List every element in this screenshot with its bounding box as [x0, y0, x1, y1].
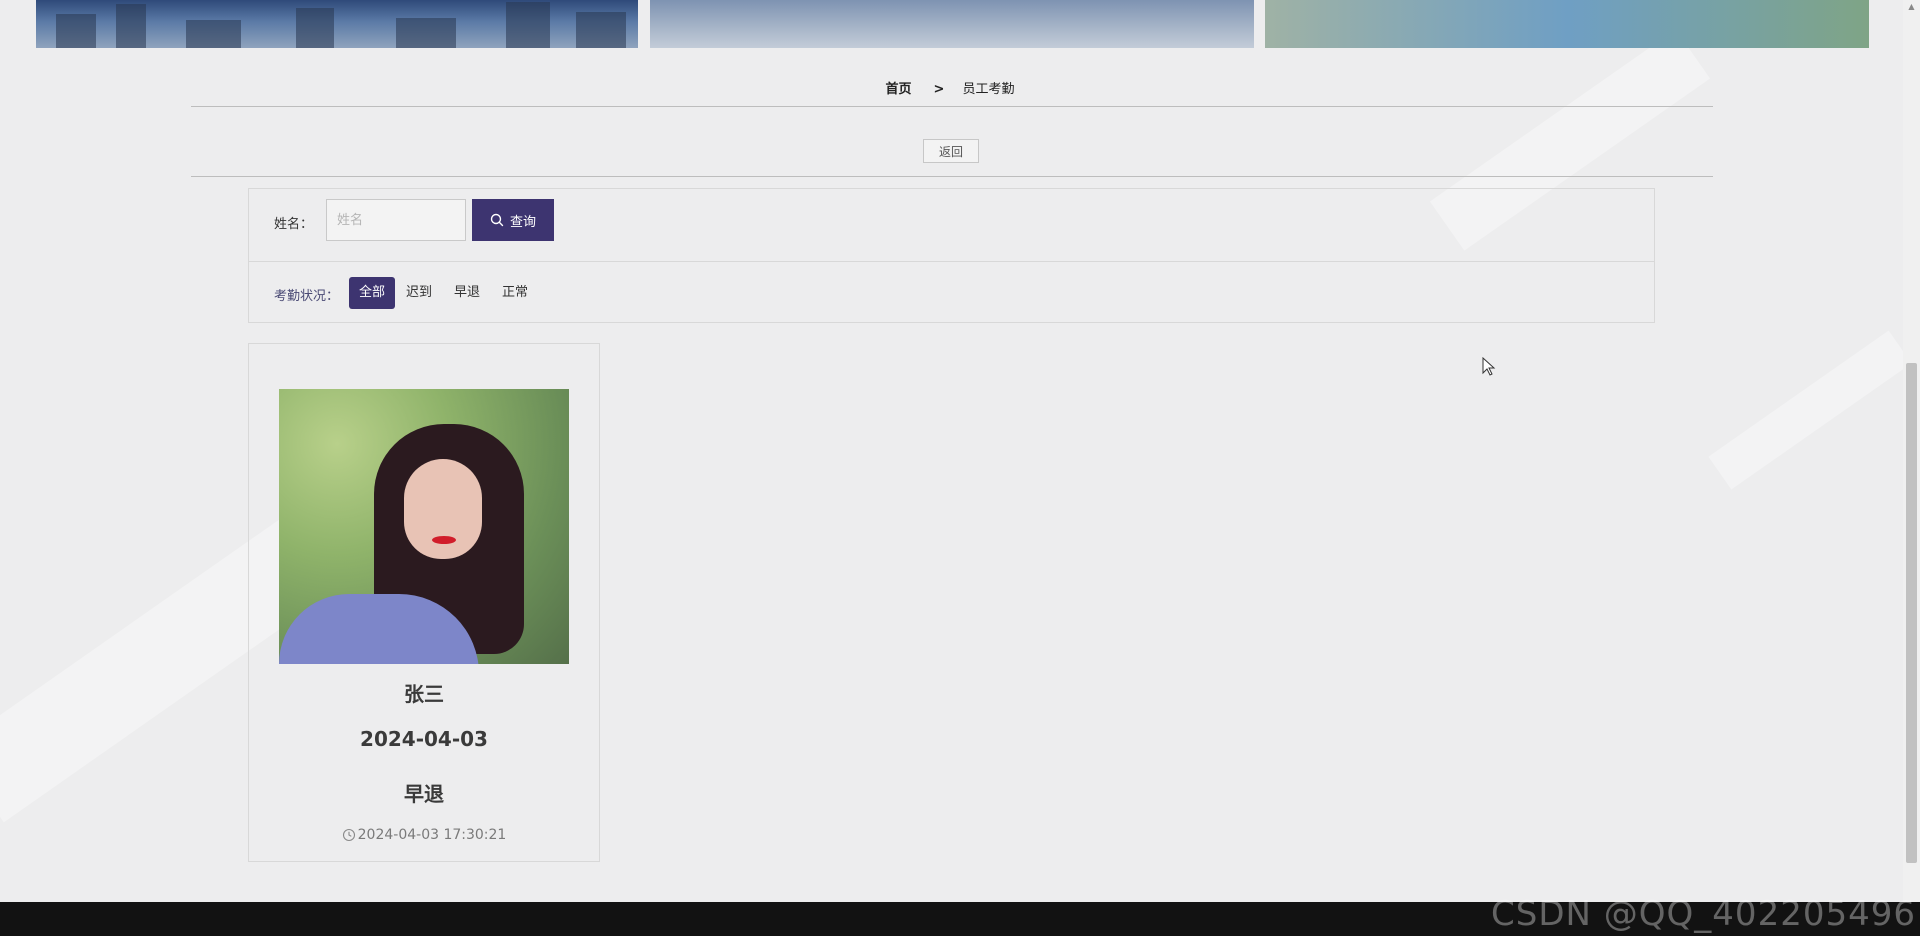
building-shape [396, 18, 456, 48]
status-filter-early-leave[interactable]: 早退 [444, 277, 490, 309]
panel-divider [249, 261, 1654, 262]
search-button-label: 查询 [509, 214, 536, 230]
name-label: 姓名： [274, 217, 314, 232]
building-shape [576, 12, 626, 48]
divider-line [191, 176, 1713, 177]
divider-line [191, 106, 1713, 107]
photo-face-shape [404, 459, 482, 559]
banner-strip [36, 0, 1869, 48]
breadcrumb: 首页 > 员工考勤 [0, 78, 1900, 97]
filter-panel: 姓名： 查询 考勤状况： 全部 迟到 早退 正常 [248, 188, 1655, 323]
attendance-date: 2024-04-03 [360, 727, 488, 751]
banner-image-coast[interactable] [1265, 0, 1869, 48]
scroll-up-arrow-icon[interactable]: ▲ [1903, 2, 1920, 11]
photo-lips-shape [432, 536, 456, 544]
watermark-text: CSDN @QQ_402205496 [1491, 894, 1916, 934]
record-timestamp: 2024-04-03 17:30:21 [249, 827, 599, 843]
status-filter-all[interactable]: 全部 [349, 277, 396, 309]
banner-image-city[interactable] [36, 0, 638, 48]
employee-photo [279, 389, 569, 664]
record-timestamp-text: 2024-04-03 17:30:21 [357, 827, 507, 843]
breadcrumb-home-link[interactable]: 首页 [886, 82, 912, 97]
background-streak [1708, 330, 1912, 490]
status-filter-late[interactable]: 迟到 [396, 277, 442, 309]
page-scrollbar[interactable]: ▲ [1903, 0, 1920, 902]
employee-name: 张三 [404, 682, 444, 706]
status-filter-normal[interactable]: 正常 [492, 277, 538, 309]
breadcrumb-current: 员工考勤 [962, 82, 1015, 97]
building-shape [56, 14, 96, 48]
attendance-status: 早退 [404, 782, 444, 806]
clock-icon [342, 828, 355, 842]
building-shape [296, 8, 334, 48]
back-button[interactable]: 返回 [923, 139, 979, 163]
name-search-input[interactable] [326, 199, 466, 241]
breadcrumb-separator: > [933, 82, 945, 97]
search-button[interactable]: 查询 [472, 199, 554, 241]
search-icon [490, 213, 504, 227]
building-shape [506, 2, 550, 48]
banner-image-stadium[interactable] [650, 0, 1254, 48]
scrollbar-thumb[interactable] [1906, 363, 1917, 863]
attendance-status-label: 考勤状况： [274, 289, 340, 304]
attendance-card[interactable]: 张三 2024-04-03 早退 2024-04-03 17:30:21 [248, 343, 600, 862]
mouse-cursor-icon [1482, 357, 1496, 376]
building-shape [186, 20, 241, 48]
building-shape [116, 4, 146, 48]
